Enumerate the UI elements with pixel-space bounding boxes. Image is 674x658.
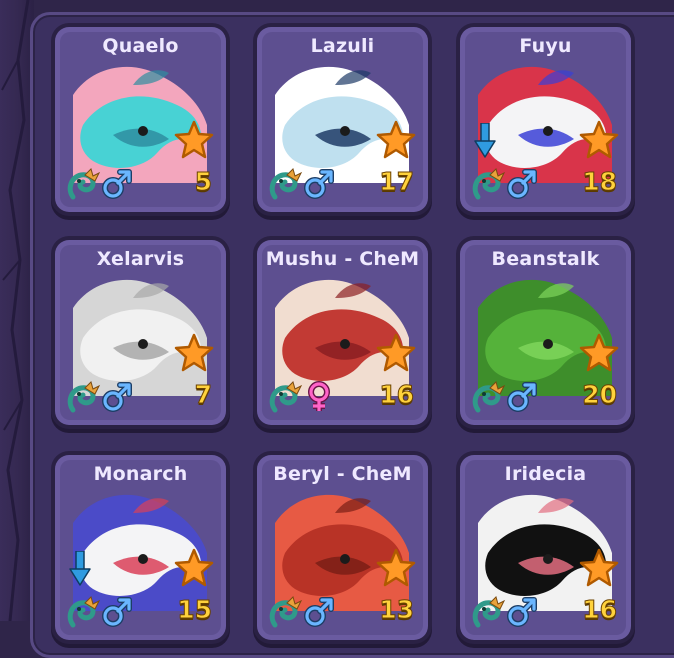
dragon-type-icon bbox=[65, 167, 101, 203]
male-icon bbox=[506, 381, 538, 413]
star-icon bbox=[579, 333, 619, 373]
pet-card[interactable]: Fuyu 18 bbox=[460, 27, 631, 212]
pet-level: 20 bbox=[582, 380, 618, 410]
star-icon bbox=[376, 120, 416, 160]
pet-level: 16 bbox=[379, 380, 415, 410]
star-icon bbox=[174, 120, 214, 160]
down-arrow-icon bbox=[69, 550, 91, 587]
pet-name: Iridecia bbox=[504, 463, 587, 485]
dragon-type-icon bbox=[470, 167, 506, 203]
male-icon bbox=[303, 168, 335, 200]
star-icon bbox=[376, 333, 416, 373]
pet-name: Mushu - CheM bbox=[265, 248, 420, 270]
pet-card[interactable]: Mushu - CheM 16 bbox=[257, 240, 428, 425]
pet-name: Quaelo bbox=[102, 35, 179, 57]
pet-card[interactable]: Xelarvis 7 bbox=[55, 240, 226, 425]
male-icon bbox=[506, 596, 538, 628]
male-icon bbox=[101, 381, 133, 413]
pet-card[interactable]: Beryl - CheM 13 bbox=[257, 455, 428, 640]
pet-card[interactable]: Quaelo 5 bbox=[55, 27, 226, 212]
down-arrow-icon bbox=[474, 122, 496, 159]
pet-card[interactable]: Beanstalk 20 bbox=[460, 240, 631, 425]
male-icon bbox=[101, 168, 133, 200]
pet-name: Beanstalk bbox=[491, 248, 600, 270]
pet-level: 18 bbox=[582, 167, 618, 197]
male-icon bbox=[303, 596, 335, 628]
dragon-type-icon bbox=[65, 595, 101, 631]
pet-level: 13 bbox=[379, 595, 415, 625]
pet-name: Lazuli bbox=[310, 35, 375, 57]
dragon-type-icon bbox=[65, 380, 101, 416]
dragon-type-icon bbox=[470, 380, 506, 416]
pet-name: Monarch bbox=[93, 463, 188, 485]
pet-level: 7 bbox=[194, 380, 212, 410]
female-icon bbox=[303, 381, 335, 413]
pet-name: Fuyu bbox=[519, 35, 572, 57]
pet-level: 15 bbox=[177, 595, 213, 625]
wall-crack-decoration bbox=[1, 0, 30, 621]
male-icon bbox=[101, 596, 133, 628]
pet-card[interactable]: Lazuli 17 bbox=[257, 27, 428, 212]
dragon-type-icon bbox=[267, 167, 303, 203]
pet-card[interactable]: Monarch 15 bbox=[55, 455, 226, 640]
pet-name: Beryl - CheM bbox=[273, 463, 412, 485]
pet-card[interactable]: Iridecia 16 bbox=[460, 455, 631, 640]
dragon-type-icon bbox=[267, 380, 303, 416]
male-icon bbox=[506, 168, 538, 200]
star-icon bbox=[376, 548, 416, 588]
star-icon bbox=[579, 120, 619, 160]
star-icon bbox=[579, 548, 619, 588]
dragon-type-icon bbox=[470, 595, 506, 631]
pet-level: 5 bbox=[194, 167, 212, 197]
pet-level: 16 bbox=[582, 595, 618, 625]
dragon-type-icon bbox=[267, 595, 303, 631]
pet-level: 17 bbox=[379, 167, 415, 197]
star-icon bbox=[174, 333, 214, 373]
star-icon bbox=[174, 548, 214, 588]
pet-name: Xelarvis bbox=[96, 248, 185, 270]
